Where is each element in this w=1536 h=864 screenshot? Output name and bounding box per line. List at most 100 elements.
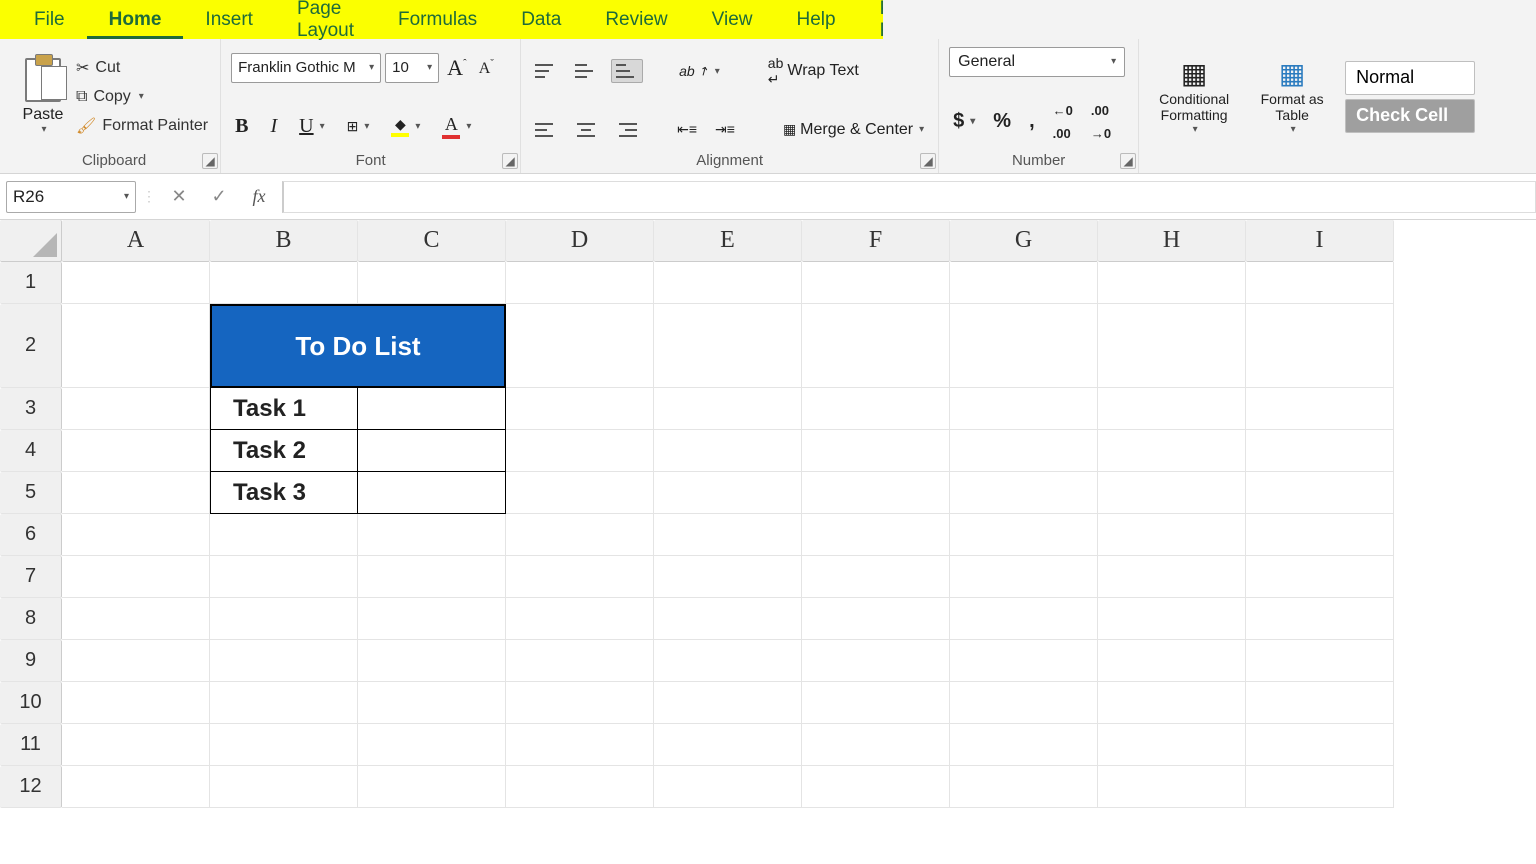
cell-D2[interactable] (506, 304, 654, 388)
cell-I4[interactable] (1246, 430, 1394, 472)
cell-A10[interactable] (62, 682, 210, 724)
cell-C10[interactable] (358, 682, 506, 724)
comma-format-button[interactable]: , (1025, 108, 1039, 135)
cell-F1[interactable] (802, 262, 950, 304)
cell-D3[interactable] (506, 388, 654, 430)
cell-C9[interactable] (358, 640, 506, 682)
cell-D12[interactable] (506, 766, 654, 808)
wrap-text-button[interactable]: ab↵ Wrap Text (764, 53, 863, 90)
cell-I2[interactable] (1246, 304, 1394, 388)
cell-F11[interactable] (802, 724, 950, 766)
format-as-table-button[interactable]: ▦ Format as Table ▾ (1247, 55, 1337, 138)
row-header-5[interactable]: 5 (0, 472, 62, 514)
cell-G2[interactable] (950, 304, 1098, 388)
cell-H4[interactable] (1098, 430, 1246, 472)
fill-color-button[interactable]: ◆ ▾ (387, 114, 424, 139)
cell-G1[interactable] (950, 262, 1098, 304)
cell-E12[interactable] (654, 766, 802, 808)
cell-H7[interactable] (1098, 556, 1246, 598)
cell-E10[interactable] (654, 682, 802, 724)
cell-E2[interactable] (654, 304, 802, 388)
cell-B11[interactable] (210, 724, 358, 766)
cell-A2[interactable] (62, 304, 210, 388)
cell-I8[interactable] (1246, 598, 1394, 640)
col-header-C[interactable]: C (358, 220, 506, 262)
cell-G7[interactable] (950, 556, 1098, 598)
align-left-button[interactable] (531, 119, 561, 141)
cell-E7[interactable] (654, 556, 802, 598)
italic-button[interactable]: I (266, 113, 281, 140)
cell-B7[interactable] (210, 556, 358, 598)
font-name-combo[interactable]: Franklin Gothic M ▾ (231, 53, 381, 83)
col-header-I[interactable]: I (1246, 220, 1394, 262)
number-format-combo[interactable]: General ▾ (949, 47, 1125, 77)
cell-F9[interactable] (802, 640, 950, 682)
cell-F7[interactable] (802, 556, 950, 598)
col-header-G[interactable]: G (950, 220, 1098, 262)
align-middle-button[interactable] (571, 60, 601, 82)
cell-E1[interactable] (654, 262, 802, 304)
alignment-launcher[interactable]: ◢ (920, 153, 936, 169)
cell-D4[interactable] (506, 430, 654, 472)
cell-H11[interactable] (1098, 724, 1246, 766)
cut-button[interactable]: ✂ Cut (74, 56, 210, 80)
col-header-F[interactable]: F (802, 220, 950, 262)
cancel-formula-button[interactable]: ✕ (162, 181, 196, 213)
cell-F8[interactable] (802, 598, 950, 640)
cell-H2[interactable] (1098, 304, 1246, 388)
row-header-3[interactable]: 3 (0, 388, 62, 430)
font-color-button[interactable]: A ▾ (438, 112, 475, 141)
borders-button[interactable]: ⊞▾ (343, 116, 374, 137)
cell-I6[interactable] (1246, 514, 1394, 556)
cell-D1[interactable] (506, 262, 654, 304)
cell-A1[interactable] (62, 262, 210, 304)
row-header-12[interactable]: 12 (0, 766, 62, 808)
cell-G6[interactable] (950, 514, 1098, 556)
cell-B10[interactable] (210, 682, 358, 724)
row-header-7[interactable]: 7 (0, 556, 62, 598)
col-header-E[interactable]: E (654, 220, 802, 262)
row-header-11[interactable]: 11 (0, 724, 62, 766)
cell-G11[interactable] (950, 724, 1098, 766)
cell-D6[interactable] (506, 514, 654, 556)
cell-A6[interactable] (62, 514, 210, 556)
cell-A12[interactable] (62, 766, 210, 808)
format-painter-button[interactable]: 🖌 Format Painter (74, 114, 210, 138)
cell-F12[interactable] (802, 766, 950, 808)
cell-H8[interactable] (1098, 598, 1246, 640)
cell-E5[interactable] (654, 472, 802, 514)
cell-C6[interactable] (358, 514, 506, 556)
tab-file[interactable]: File (12, 1, 87, 39)
cell-A3[interactable] (62, 388, 210, 430)
row-header-2[interactable]: 2 (0, 304, 62, 388)
cell-E3[interactable] (654, 388, 802, 430)
cell-A11[interactable] (62, 724, 210, 766)
todo-task-2-check[interactable] (358, 430, 506, 472)
cell-F3[interactable] (802, 388, 950, 430)
todo-task-2[interactable]: Task 2 (210, 430, 358, 472)
cell-H9[interactable] (1098, 640, 1246, 682)
paste-button[interactable]: Paste ▾ (18, 43, 68, 150)
cell-F5[interactable] (802, 472, 950, 514)
tab-help[interactable]: Help (774, 1, 857, 39)
cell-style-check-cell[interactable]: Check Cell (1345, 99, 1475, 133)
align-center-button[interactable] (571, 119, 601, 141)
cell-D11[interactable] (506, 724, 654, 766)
align-top-button[interactable] (531, 60, 561, 82)
cell-H6[interactable] (1098, 514, 1246, 556)
cell-H5[interactable] (1098, 472, 1246, 514)
row-header-9[interactable]: 9 (0, 640, 62, 682)
cell-G3[interactable] (950, 388, 1098, 430)
cell-B1[interactable] (210, 262, 358, 304)
increase-decimal-button[interactable]: ←0.00 (1049, 96, 1077, 146)
row-header-10[interactable]: 10 (0, 682, 62, 724)
cell-A5[interactable] (62, 472, 210, 514)
cell-C1[interactable] (358, 262, 506, 304)
merge-center-button[interactable]: ▦ Merge & Center ▾ (779, 119, 928, 141)
cell-E6[interactable] (654, 514, 802, 556)
todo-task-1[interactable]: Task 1 (210, 388, 358, 430)
decrease-decimal-button[interactable]: .00→0 (1087, 96, 1115, 146)
cell-F4[interactable] (802, 430, 950, 472)
cell-C7[interactable] (358, 556, 506, 598)
cell-I7[interactable] (1246, 556, 1394, 598)
